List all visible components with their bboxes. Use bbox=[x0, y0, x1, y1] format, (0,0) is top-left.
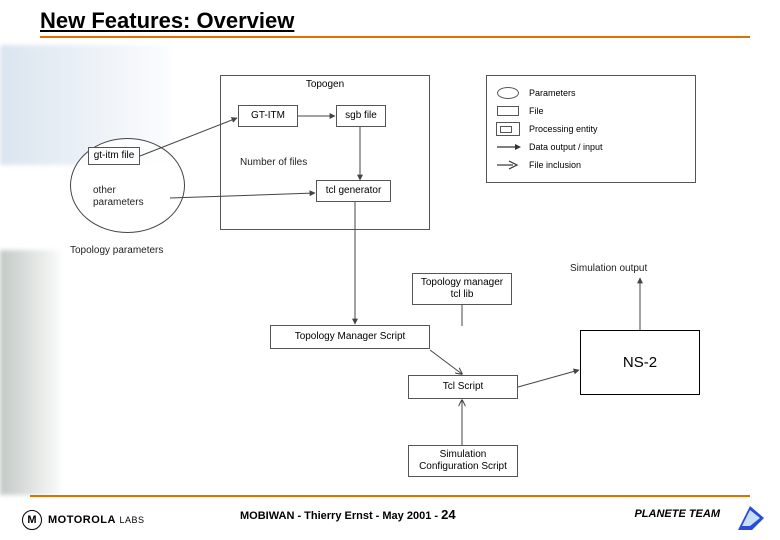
tcl-generator-box: tcl generator bbox=[316, 180, 391, 202]
legend-row-processing: Processing entity bbox=[495, 122, 687, 136]
legend-row-parameters: Parameters bbox=[495, 86, 687, 100]
gt-itm-file-label: gt-itm file bbox=[94, 150, 135, 162]
planete-logo-icon bbox=[736, 502, 766, 532]
topology-manager-script-label: Topology Manager Script bbox=[295, 331, 406, 343]
footer-bar: MOBIWAN - Thierry Ernst - May 2001 - 24 … bbox=[0, 500, 780, 528]
data-arrow-icon bbox=[495, 140, 521, 154]
topology-manager-lib-label: Topology manager tcl lib bbox=[421, 277, 503, 301]
legend-row-inclusion: File inclusion bbox=[495, 158, 687, 172]
simulation-output-label: Simulation output bbox=[570, 263, 647, 275]
gt-itm-file-box: gt-itm file bbox=[88, 147, 140, 165]
file-icon bbox=[495, 104, 521, 118]
gt-itm-box: GT-ITM bbox=[238, 105, 298, 127]
legend-row-dataflow: Data output / input bbox=[495, 140, 687, 154]
topogen-label: Topogen bbox=[306, 79, 344, 91]
legend-file-label: File bbox=[529, 106, 544, 116]
legend-row-file: File bbox=[495, 104, 687, 118]
tcl-script-box: Tcl Script bbox=[408, 375, 518, 399]
page-number: 24 bbox=[441, 507, 455, 522]
processing-entity-icon bbox=[495, 122, 521, 136]
file-inclusion-icon bbox=[495, 158, 521, 172]
other-parameters-label: other parameters bbox=[93, 185, 144, 209]
legend-inclusion-label: File inclusion bbox=[529, 160, 581, 170]
topology-parameters-caption: Topology parameters bbox=[70, 245, 163, 257]
title-orange-rule bbox=[40, 36, 750, 38]
sgb-file-label: sgb file bbox=[345, 110, 377, 122]
topology-manager-script-box: Topology Manager Script bbox=[270, 325, 430, 349]
sim-config-script-label: Simulation Configuration Script bbox=[419, 449, 507, 473]
planete-team-label: PLANETE TEAM bbox=[634, 508, 720, 520]
ns2-box: NS-2 bbox=[580, 330, 700, 395]
legend-parameters-label: Parameters bbox=[529, 88, 576, 98]
tcl-generator-label: tcl generator bbox=[326, 185, 382, 197]
number-of-files-label: Number of files bbox=[240, 157, 307, 169]
footer-orange-rule bbox=[30, 495, 750, 497]
parameters-icon bbox=[495, 86, 521, 100]
ns2-label: NS-2 bbox=[623, 354, 657, 371]
topology-manager-lib-box: Topology manager tcl lib bbox=[412, 273, 512, 305]
footer-center-text: MOBIWAN - Thierry Ernst - May 2001 - 24 bbox=[240, 507, 456, 522]
legend-processing-label: Processing entity bbox=[529, 124, 598, 134]
page-title: New Features: Overview bbox=[40, 8, 294, 34]
topogen-container: Topogen bbox=[220, 75, 430, 230]
tcl-script-label: Tcl Script bbox=[443, 381, 484, 393]
legend-dataflow-label: Data output / input bbox=[529, 142, 603, 152]
gt-itm-label: GT-ITM bbox=[251, 110, 285, 122]
legend-panel: Parameters File Processing entity Data o… bbox=[486, 75, 696, 183]
sgb-file-box: sgb file bbox=[336, 105, 386, 127]
diagram-area: gt-itm file other parameters Topology pa… bbox=[0, 45, 780, 495]
sim-config-script-box: Simulation Configuration Script bbox=[408, 445, 518, 477]
